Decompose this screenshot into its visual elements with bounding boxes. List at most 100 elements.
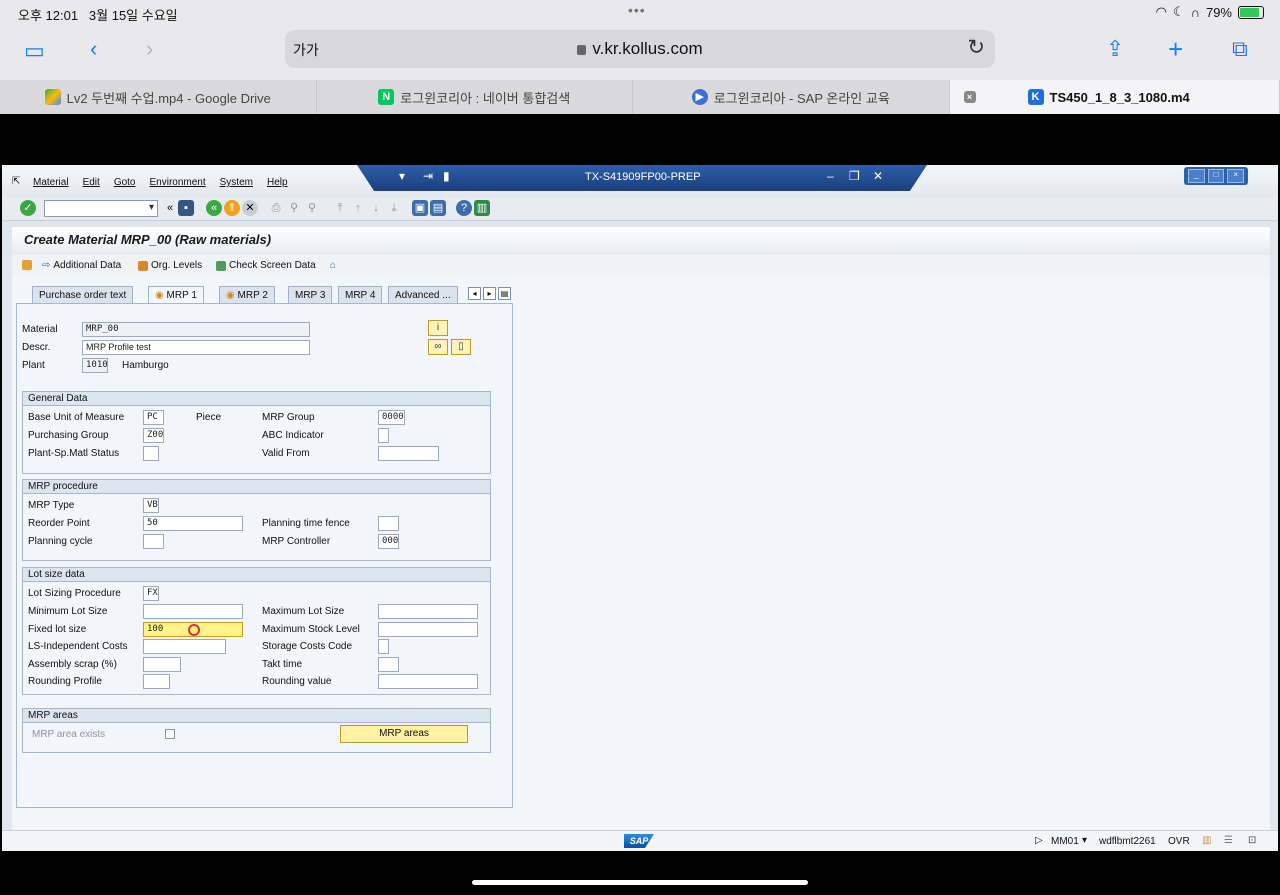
transaction-code[interactable]: MM01: [1051, 836, 1079, 847]
takt-label: Takt time: [262, 659, 303, 670]
abc-label: ABC Indicator: [262, 430, 324, 441]
descr-field[interactable]: MRP Profile test: [82, 340, 310, 355]
status-play-icon[interactable]: ▷: [1035, 835, 1043, 846]
close-tab-icon[interactable]: ×: [963, 91, 976, 103]
ios-clock: 오후 12:01 3월 15일 수요일: [18, 8, 178, 23]
takt-field[interactable]: [378, 657, 399, 672]
rounding-value-label: Rounding value: [262, 676, 332, 687]
purch-group-label: Purchasing Group: [28, 430, 109, 441]
status-dropdown-icon[interactable]: ▾: [1082, 835, 1087, 846]
mrp-controller-field[interactable]: 000: [378, 534, 399, 549]
share-icon[interactable]: ⇪: [1106, 36, 1124, 62]
planning-cycle-field[interactable]: [143, 534, 164, 549]
insert-mode[interactable]: OVR: [1168, 836, 1190, 847]
tabs-overview-icon[interactable]: ⧉: [1232, 36, 1248, 62]
home-indicator: [472, 880, 808, 885]
plant-field[interactable]: 1010: [82, 358, 108, 373]
forward-icon[interactable]: ›: [146, 36, 153, 62]
scrap-field[interactable]: [143, 657, 181, 672]
glasses-icon[interactable]: ∞: [428, 339, 448, 355]
tab-kollus-video[interactable]: × K TS450_1_8_3_1080.m4: [949, 80, 1280, 114]
storage-costs-field[interactable]: [378, 639, 389, 654]
scrap-label: Assembly scrap (%): [28, 659, 117, 670]
general-data-header: General Data: [23, 392, 490, 406]
document-icon[interactable]: ▯: [451, 339, 471, 355]
base-uom-label: Base Unit of Measure: [28, 412, 125, 423]
max-lot-label: Maximum Lot Size: [262, 606, 345, 617]
min-lot-label: Minimum Lot Size: [28, 606, 108, 617]
mrp-group-field[interactable]: 0000: [378, 410, 405, 425]
lot-procedure-label: Lot Sizing Procedure: [28, 588, 121, 599]
base-uom-text: Piece: [196, 412, 222, 423]
planning-cycle-label: Planning cycle: [28, 536, 93, 547]
sidebar-icon[interactable]: ▭: [24, 38, 45, 64]
reorder-point-label: Reorder Point: [28, 518, 90, 529]
max-stock-field[interactable]: [378, 622, 478, 637]
abc-field[interactable]: [378, 428, 389, 443]
purch-group-field[interactable]: Z00: [143, 428, 164, 443]
mrp-areas-button[interactable]: MRP areas: [340, 725, 468, 743]
tab-naver[interactable]: N 로그윈코리아 : 네이버 통합검색: [317, 80, 633, 114]
valid-from-label: Valid From: [262, 448, 310, 459]
wifi-icon: ◠: [1155, 4, 1167, 19]
ios-status-bar: 오후 12:01 3월 15일 수요일 ••• ◠ ☾ ∩ 79%: [0, 0, 1280, 26]
tab-mrp3[interactable]: MRP 3: [288, 286, 333, 304]
lock-icon: [577, 45, 587, 55]
sap-status-bar: SAP ▷ MM01 ▾ wdflbmt2261 OVR ▥ ☰ ⊡: [2, 830, 1278, 851]
plant-status-label: Plant-Sp.Matl Status: [28, 448, 120, 459]
mrp-area-exists-label: MRP area exists: [32, 729, 106, 740]
reload-icon[interactable]: ↻: [967, 35, 985, 60]
ls-costs-field[interactable]: [143, 639, 226, 654]
planning-fence-field[interactable]: [378, 516, 399, 531]
tab-mrp2[interactable]: ◉ MRP 2: [219, 286, 275, 304]
mrp-type-field[interactable]: VB: [143, 498, 159, 513]
mrp-area-exists-checkbox[interactable]: [165, 729, 175, 739]
multitask-dots[interactable]: •••: [628, 2, 646, 18]
back-icon[interactable]: ‹: [90, 36, 97, 62]
status-log-icon[interactable]: ▥: [1202, 835, 1211, 846]
tab-google-drive[interactable]: Lv2 두번째 수업.mp4 - Google Drive: [0, 80, 317, 114]
safari-tab-bar: Lv2 두번째 수업.mp4 - Google Drive N 로그윈코리아 :…: [0, 80, 1280, 114]
tab-scroll-left-icon[interactable]: ◂: [468, 287, 481, 300]
base-uom-field[interactable]: PC: [143, 410, 164, 425]
mrp-group-label: MRP Group: [262, 412, 315, 423]
plant-name: Hamburgo: [122, 360, 169, 371]
sap-logo: SAP: [624, 834, 654, 848]
naver-icon: N: [378, 89, 395, 105]
tab-status-icon: ◉: [155, 290, 164, 301]
plant-label: Plant: [22, 360, 45, 371]
mrp-procedure-group: MRP procedure: [22, 479, 491, 561]
min-lot-field[interactable]: [143, 604, 243, 619]
kollus-icon: K: [1027, 89, 1044, 105]
tab-mrp4[interactable]: MRP 4: [338, 286, 383, 304]
tab-scroll-right-icon[interactable]: ▸: [483, 287, 496, 300]
status-layout-icon[interactable]: ☰: [1224, 835, 1233, 846]
tab-sap-course[interactable]: ▶ 로그윈코리아 - SAP 온라인 교육: [633, 80, 950, 114]
address-bar[interactable]: 가가 v.kr.kollus.com ↻: [285, 30, 995, 68]
storage-costs-label: Storage Costs Code: [262, 641, 353, 652]
material-label: Material: [22, 324, 58, 335]
mrp-tabstrip: Purchase order text ◉ MRP 1 ◉ MRP 2 MRP …: [16, 286, 516, 305]
reorder-point-field[interactable]: 50: [143, 516, 243, 531]
new-tab-icon[interactable]: +: [1168, 34, 1183, 65]
url-display[interactable]: v.kr.kollus.com: [285, 39, 995, 59]
rounding-profile-field[interactable]: [143, 674, 170, 689]
tab-purchase-order-text[interactable]: Purchase order text: [32, 286, 134, 304]
status-lock-icon[interactable]: ⊡: [1248, 835, 1256, 846]
material-field[interactable]: MRP_00: [82, 322, 310, 337]
headphones-icon: ∩: [1190, 4, 1200, 20]
valid-from-field[interactable]: [378, 446, 439, 461]
battery-icon: [1238, 5, 1264, 19]
max-lot-field[interactable]: [378, 604, 478, 619]
plant-status-field[interactable]: [143, 446, 159, 461]
rounding-profile-label: Rounding Profile: [28, 676, 102, 687]
max-stock-label: Maximum Stock Level: [262, 624, 360, 635]
moon-icon: ☾: [1172, 4, 1185, 19]
info-icon[interactable]: i: [428, 320, 448, 336]
tab-list-icon[interactable]: ▤: [498, 287, 511, 300]
rounding-value-field[interactable]: [378, 674, 478, 689]
lot-procedure-field[interactable]: FX: [143, 586, 159, 601]
tab-advanced[interactable]: Advanced ...: [388, 286, 458, 304]
ios-status-right: ◠ ☾ ∩ 79%: [1156, 4, 1264, 20]
planning-fence-label: Planning time fence: [262, 518, 350, 529]
